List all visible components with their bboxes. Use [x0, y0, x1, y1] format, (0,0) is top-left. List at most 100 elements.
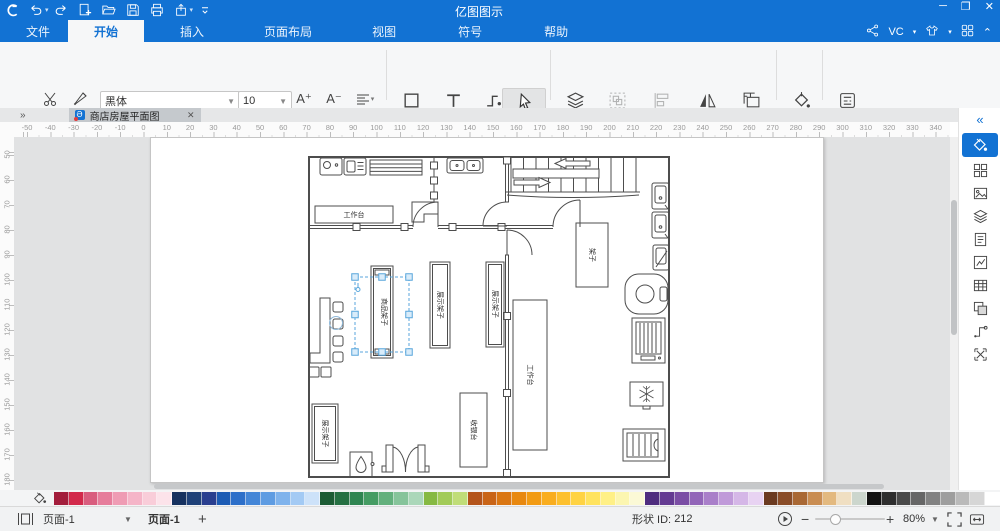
format-painter-button[interactable]: [68, 89, 92, 109]
theme-dropdown[interactable]: ▾: [948, 28, 952, 36]
palette-swatch[interactable]: [276, 492, 291, 505]
tab-list-icon[interactable]: »: [20, 108, 24, 122]
page-selector-dropdown[interactable]: ▼: [124, 507, 132, 531]
interior-wall-horizontal[interactable]: [309, 224, 553, 231]
palette-swatch[interactable]: [172, 492, 187, 505]
palette-swatch[interactable]: [911, 492, 926, 505]
interior-wall-vertical[interactable]: [504, 255, 511, 477]
new-document-icon[interactable]: [73, 1, 97, 19]
radiator-unit[interactable]: [632, 318, 665, 363]
palette-swatch[interactable]: [231, 492, 246, 505]
palette-swatch[interactable]: [350, 492, 365, 505]
redo-icon[interactable]: [49, 1, 73, 19]
palette-swatch[interactable]: [98, 492, 113, 505]
share-network-icon[interactable]: [866, 24, 879, 40]
palette-swatch[interactable]: [246, 492, 261, 505]
palette-swatch[interactable]: [113, 492, 128, 505]
palette-swatch[interactable]: [202, 492, 217, 505]
palette-swatch[interactable]: [217, 492, 232, 505]
zoom-out-button[interactable]: −: [801, 507, 809, 531]
page-panel-icon[interactable]: [17, 507, 34, 531]
appliance-unit[interactable]: [344, 158, 366, 175]
palette-swatch[interactable]: [837, 492, 852, 505]
stove-unit[interactable]: [320, 158, 342, 175]
active-page-tab[interactable]: 页面-1: [148, 507, 180, 531]
palette-swatch[interactable]: [749, 492, 764, 505]
palette-swatch[interactable]: [985, 492, 1000, 505]
save-icon[interactable]: [121, 1, 145, 19]
stairs[interactable]: [505, 157, 640, 198]
palette-swatch[interactable]: [675, 492, 690, 505]
connector-panel-icon[interactable]: [959, 320, 1000, 343]
heater-unit[interactable]: [623, 429, 665, 461]
theme-shirt-icon[interactable]: [925, 24, 939, 40]
palette-swatch[interactable]: [778, 492, 793, 505]
water-dispenser[interactable]: [350, 452, 374, 477]
palette-swatch[interactable]: [645, 492, 660, 505]
palette-swatch[interactable]: [852, 492, 867, 505]
zoom-level[interactable]: 80%: [903, 507, 925, 531]
palette-swatch[interactable]: [84, 492, 99, 505]
menu-home[interactable]: 开始: [68, 20, 144, 42]
palette-swatch[interactable]: [128, 492, 143, 505]
maximize-button[interactable]: ❐: [961, 0, 971, 13]
zoom-slider[interactable]: [815, 507, 885, 531]
palette-swatch[interactable]: [143, 492, 158, 505]
palette-swatch[interactable]: [734, 492, 749, 505]
palette-swatch[interactable]: [557, 492, 572, 505]
palette-swatch[interactable]: [54, 492, 69, 505]
wall-shelf[interactable]: [370, 160, 422, 175]
palette-swatch[interactable]: [630, 492, 645, 505]
fit-width-icon[interactable]: [969, 507, 985, 531]
palette-swatch[interactable]: [897, 492, 912, 505]
combine-shapes-panel-icon[interactable]: [959, 297, 1000, 320]
chart-panel-icon[interactable]: [959, 251, 1000, 274]
open-folder-icon[interactable]: [97, 1, 121, 19]
fullscreen-icon[interactable]: [947, 507, 962, 531]
palette-swatch[interactable]: [512, 492, 527, 505]
apps-grid-icon[interactable]: [961, 24, 974, 40]
picture-panel-icon[interactable]: [959, 182, 1000, 205]
palette-swatch[interactable]: [941, 492, 956, 505]
increase-font-button[interactable]: A⁺: [292, 89, 316, 109]
distribute-panel-icon[interactable]: [959, 343, 1000, 366]
palette-swatch[interactable]: [719, 492, 734, 505]
menu-symbols[interactable]: 符号: [440, 20, 500, 42]
print-icon[interactable]: [145, 1, 169, 19]
palette-swatch[interactable]: [926, 492, 941, 505]
add-page-button[interactable]: +: [198, 507, 207, 531]
palette-swatch[interactable]: [867, 492, 882, 505]
palette-swatch[interactable]: [379, 492, 394, 505]
palette-swatch[interactable]: [970, 492, 985, 505]
palette-swatch[interactable]: [335, 492, 350, 505]
palette-swatch[interactable]: [187, 492, 202, 505]
counter-with-stools[interactable]: [309, 298, 343, 377]
palette-swatch[interactable]: [364, 492, 379, 505]
freezer-unit[interactable]: [630, 382, 663, 409]
layers-panel-icon[interactable]: [959, 205, 1000, 228]
door-stairs[interactable]: [483, 202, 507, 226]
palette-swatch[interactable]: [453, 492, 468, 505]
palette-swatch[interactable]: [956, 492, 971, 505]
palette-swatch[interactable]: [291, 492, 306, 505]
palette-swatch[interactable]: [571, 492, 586, 505]
account-dropdown[interactable]: ▾: [913, 28, 917, 36]
symbol-library-panel-icon[interactable]: [959, 159, 1000, 182]
palette-swatch[interactable]: [424, 492, 439, 505]
fill-style-panel-icon[interactable]: [962, 133, 998, 157]
zoom-dropdown[interactable]: ▼: [931, 507, 939, 531]
palette-swatch[interactable]: [483, 492, 498, 505]
menu-insert[interactable]: 插入: [162, 20, 222, 42]
palette-swatch[interactable]: [305, 492, 320, 505]
palette-swatch[interactable]: [823, 492, 838, 505]
palette-swatch[interactable]: [704, 492, 719, 505]
door-center[interactable]: [507, 230, 532, 255]
palette-swatch[interactable]: [320, 492, 335, 505]
text-align-button[interactable]: ▾: [352, 89, 378, 109]
palette-swatch[interactable]: [793, 492, 808, 505]
account-badge[interactable]: VC: [888, 26, 903, 38]
collapse-ribbon-icon[interactable]: ⌃: [983, 26, 992, 39]
fill-color-icon[interactable]: [24, 491, 54, 505]
tab-close-icon[interactable]: ✕: [187, 110, 195, 121]
double-sink[interactable]: [447, 158, 483, 173]
